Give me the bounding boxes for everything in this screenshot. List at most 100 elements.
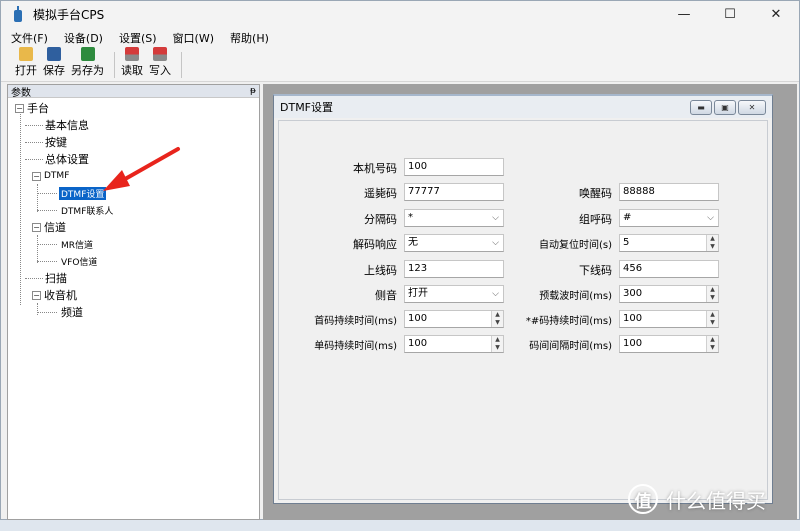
chevron-down-icon: ⌵: [492, 289, 499, 299]
menu-help[interactable]: 帮助(H): [230, 30, 269, 46]
pre-carrier-label: 预载波时间(ms): [539, 291, 612, 302]
local-code-input[interactable]: 100: [404, 158, 504, 176]
spin-down-icon[interactable]: ▼: [707, 319, 718, 327]
dtmf-form: 本机号码 100 遥毙码 77777 唤醒码 88888 分隔码 * ⌵ 组呼码…: [278, 120, 768, 500]
separator-label: 分隔码: [364, 213, 397, 226]
panel-header: 参数 ᵽ: [8, 85, 259, 99]
save-button[interactable]: 保存: [43, 47, 65, 81]
tree-node-root[interactable]: − 手台: [15, 100, 49, 116]
pin-icon[interactable]: ᵽ: [250, 86, 256, 96]
tree-label: 频道: [61, 306, 83, 319]
tree-node-general[interactable]: 总体设置: [45, 151, 89, 167]
tree-node-channel[interactable]: − 信道: [32, 219, 66, 235]
mdi-workspace: DTMF设置 ▬ ▣ ✕ 本机号码 100 遥毙码 77777 唤醒码 8888…: [263, 84, 797, 520]
separator-select[interactable]: * ⌵: [404, 209, 504, 227]
collapse-icon[interactable]: −: [32, 171, 41, 181]
child-minimize-button[interactable]: ▬: [690, 99, 712, 115]
code-interval-value: 100: [623, 338, 643, 349]
tree-node-dtmf[interactable]: − DTMF: [32, 168, 69, 184]
download-icon: [153, 47, 167, 61]
child-window-title: DTMF设置: [280, 101, 334, 114]
first-code-stepper[interactable]: 100 ▲ ▼: [404, 310, 504, 328]
child-close-button[interactable]: ✕: [738, 99, 766, 115]
first-code-label: 首码持续时间(ms): [314, 316, 397, 327]
title-bar: 模拟手台CPS — ☐ ✕: [1, 1, 799, 27]
spin-up-icon[interactable]: ▲: [492, 311, 503, 319]
spin-up-icon[interactable]: ▲: [492, 336, 503, 344]
spin-down-icon[interactable]: ▼: [707, 344, 718, 352]
sidetone-value: 打开: [408, 288, 428, 299]
read-button[interactable]: 读取: [121, 47, 143, 81]
spin-up-icon[interactable]: ▲: [707, 336, 718, 344]
spin-up-icon[interactable]: ▲: [707, 311, 718, 319]
tree-label: DTMF: [44, 171, 70, 181]
chevron-down-icon: ⌵: [707, 213, 714, 223]
floppy-icon: [47, 47, 61, 61]
spin-down-icon[interactable]: ▼: [492, 319, 503, 327]
group-code-select[interactable]: # ⌵: [619, 209, 719, 227]
tree-label: DTMF联系人: [61, 206, 114, 217]
tree-label: VFO信道: [61, 257, 98, 268]
menu-device[interactable]: 设备(D): [64, 30, 103, 46]
star-code-label: *#码持续时间(ms): [525, 316, 612, 327]
chevron-down-icon: ⌵: [492, 238, 499, 248]
floppy-green-icon: [80, 47, 95, 61]
spin-up-icon[interactable]: ▲: [707, 286, 718, 294]
tree-node-basic-info[interactable]: 基本信息: [45, 117, 89, 133]
child-restore-button[interactable]: ▣: [714, 99, 736, 115]
tree-node-frequency[interactable]: 频道: [61, 304, 83, 320]
open-button[interactable]: 打开: [15, 47, 37, 81]
up-code-input[interactable]: 123: [404, 260, 504, 278]
menu-window[interactable]: 窗口(W): [173, 30, 214, 46]
code-interval-label: 码间间隔时间(ms): [529, 341, 612, 352]
menu-bar: 文件(F) 设备(D) 设置(S) 窗口(W) 帮助(H): [1, 27, 799, 48]
wake-code-input[interactable]: 88888: [619, 183, 719, 201]
tree-node-dtmf-contacts[interactable]: DTMF联系人: [61, 202, 113, 218]
maximize-button[interactable]: ☐: [707, 1, 753, 27]
decode-response-select[interactable]: 无 ⌵: [404, 234, 504, 252]
collapse-icon[interactable]: −: [32, 222, 41, 232]
watermark-text: 什么值得买: [666, 488, 766, 513]
zhi-logo-icon: 值: [628, 484, 658, 514]
down-code-input[interactable]: 456: [619, 260, 719, 278]
minimize-button[interactable]: —: [661, 1, 707, 27]
pre-carrier-stepper[interactable]: 300 ▲ ▼: [619, 285, 719, 303]
star-code-stepper[interactable]: 100 ▲ ▼: [619, 310, 719, 328]
menu-file[interactable]: 文件(F): [11, 30, 48, 46]
upload-icon: [125, 47, 139, 61]
toolbar: 打开 保存 另存为 读取 写入: [1, 47, 799, 82]
tree-node-vfo-channel[interactable]: VFO信道: [61, 253, 97, 269]
spin-down-icon[interactable]: ▼: [492, 344, 503, 352]
remote-kill-input[interactable]: 77777: [404, 183, 504, 201]
read-label: 读取: [121, 64, 143, 77]
wake-code-label: 唤醒码: [579, 187, 612, 200]
save-as-button[interactable]: 另存为: [71, 47, 104, 81]
tree-label: 总体设置: [45, 153, 89, 166]
tree-label: 基本信息: [45, 119, 89, 132]
tree-label: 扫描: [45, 272, 67, 285]
tree-node-dtmf-setting[interactable]: DTMF设置: [57, 185, 108, 201]
auto-reset-stepper[interactable]: 5 ▲ ▼: [619, 234, 719, 252]
child-title-bar: DTMF设置 ▬ ▣ ✕: [274, 96, 772, 118]
write-button[interactable]: 写入: [149, 47, 171, 81]
sidetone-select[interactable]: 打开 ⌵: [404, 285, 504, 303]
pre-carrier-value: 300: [623, 288, 643, 299]
spin-down-icon[interactable]: ▼: [707, 243, 718, 251]
tree-node-keys[interactable]: 按键: [45, 134, 67, 150]
spin-down-icon[interactable]: ▼: [707, 294, 718, 302]
tree-node-scan[interactable]: 扫描: [45, 270, 67, 286]
code-interval-stepper[interactable]: 100 ▲ ▼: [619, 335, 719, 353]
spin-up-icon[interactable]: ▲: [707, 235, 718, 243]
tree-label: 收音机: [44, 289, 77, 302]
collapse-icon[interactable]: −: [32, 290, 41, 300]
decode-response-value: 无: [408, 237, 418, 248]
collapse-icon[interactable]: −: [15, 103, 24, 113]
close-button[interactable]: ✕: [753, 1, 799, 27]
single-code-stepper[interactable]: 100 ▲ ▼: [404, 335, 504, 353]
toolbar-separator: [181, 52, 182, 78]
menu-settings[interactable]: 设置(S): [119, 30, 157, 46]
remote-kill-label: 遥毙码: [364, 187, 397, 200]
tree-node-mr-channel[interactable]: MR信道: [61, 236, 93, 252]
tree-node-radio[interactable]: − 收音机: [32, 287, 77, 303]
separator-value: *: [408, 212, 413, 223]
